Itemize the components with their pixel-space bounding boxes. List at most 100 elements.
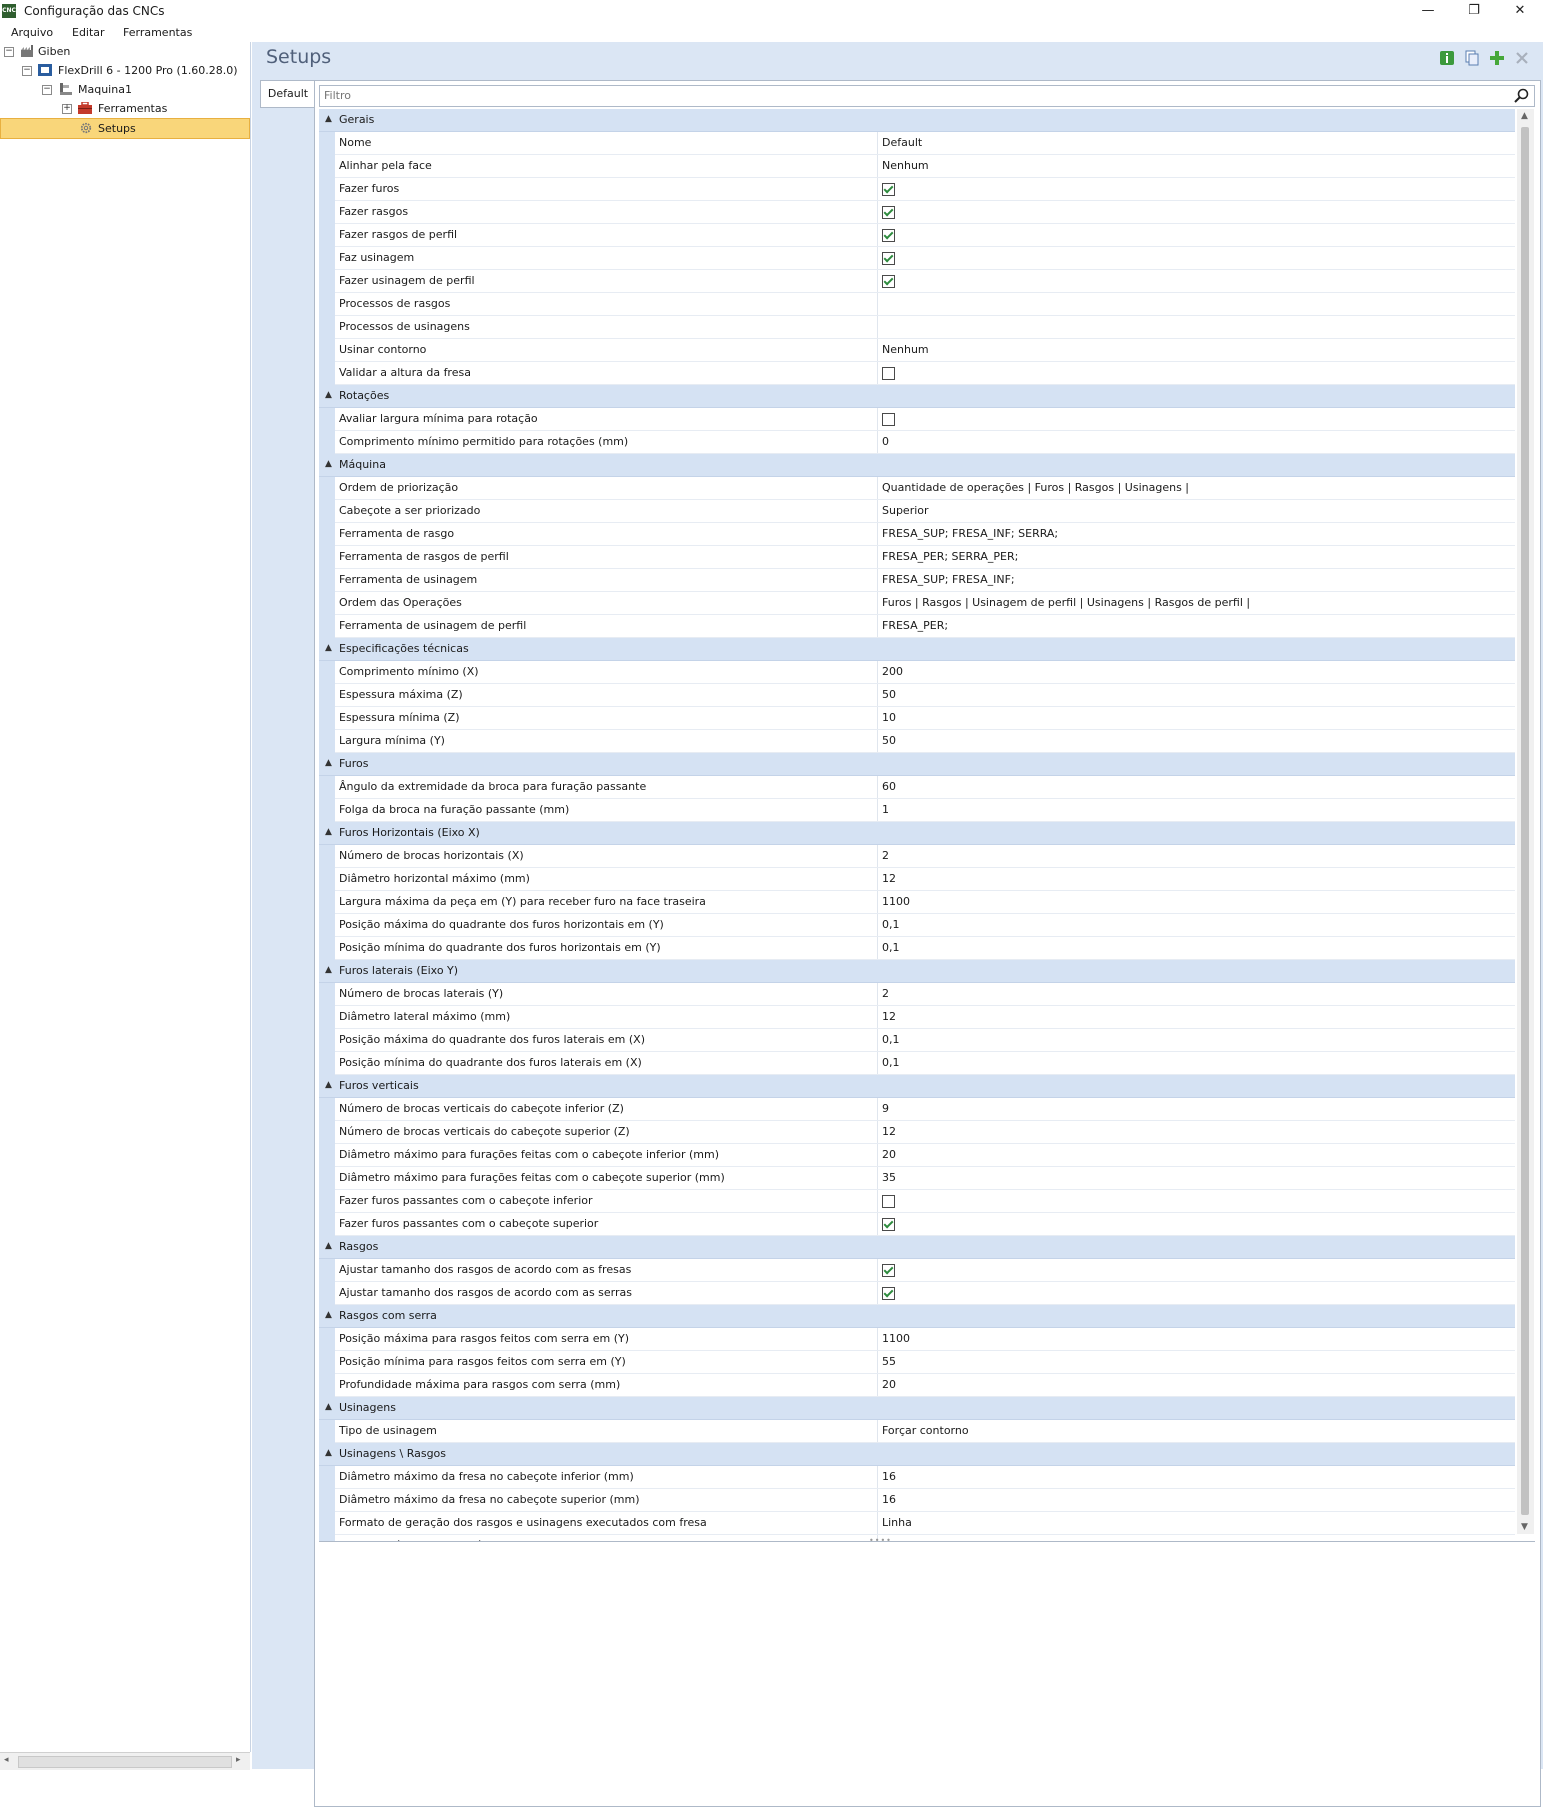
property-row[interactable]: Alinhar pela face Nenhum: [319, 155, 1515, 178]
property-value[interactable]: 0,1: [882, 918, 900, 931]
property-row[interactable]: Diâmetro horizontal máximo (mm) 12: [319, 868, 1515, 891]
property-row[interactable]: Posição máxima para rasgos feitos com se…: [319, 1328, 1515, 1351]
property-value[interactable]: 12: [882, 1125, 896, 1138]
property-value[interactable]: Forçar contorno: [882, 1424, 969, 1437]
property-row[interactable]: Fazer rasgos: [319, 201, 1515, 224]
property-value[interactable]: 60: [882, 780, 896, 793]
property-value[interactable]: 200: [882, 665, 903, 678]
category-header[interactable]: ▲ Usinagens \ Rasgos: [319, 1443, 1515, 1466]
property-value[interactable]: 9: [882, 1102, 889, 1115]
property-row[interactable]: Diâmetro máximo para furações feitas com…: [319, 1144, 1515, 1167]
property-row[interactable]: Ângulo da extremidade da broca para fura…: [319, 776, 1515, 799]
property-checkbox[interactable]: [882, 183, 895, 196]
property-row[interactable]: Diâmetro máximo da fresa no cabeçote inf…: [319, 1466, 1515, 1489]
property-value[interactable]: Nenhum: [882, 343, 929, 356]
property-value[interactable]: 20: [882, 1378, 896, 1391]
property-value[interactable]: Default: [882, 136, 922, 149]
add-icon[interactable]: [1489, 50, 1505, 66]
property-value[interactable]: 35: [882, 1171, 896, 1184]
property-value[interactable]: FRESA_PER; SERRA_PER;: [882, 550, 1018, 563]
property-value[interactable]: 20: [882, 1148, 896, 1161]
property-row[interactable]: Formato de geração dos rasgos e usinagen…: [319, 1512, 1515, 1535]
collapse-chevron-icon[interactable]: ▲: [325, 758, 332, 768]
property-row[interactable]: Posição mínima do quadrante dos furos ho…: [319, 937, 1515, 960]
property-value[interactable]: FRESA_SUP; FRESA_INF; SERRA;: [882, 527, 1058, 540]
property-row[interactable]: Comprimento mínimo permitido para rotaçõ…: [319, 431, 1515, 454]
collapse-chevron-icon[interactable]: ▲: [325, 1241, 332, 1251]
scroll-up-icon[interactable]: ▲: [1521, 111, 1528, 121]
property-value[interactable]: 12: [882, 1010, 896, 1023]
property-value[interactable]: 50: [882, 734, 896, 747]
category-header[interactable]: ▲ Rasgos: [319, 1236, 1515, 1259]
property-row[interactable]: Espessura máxima (Z) 50: [319, 684, 1515, 707]
tree-node-flexdrill[interactable]: − FlexDrill 6 - 1200 Pro (1.60.28.0): [22, 61, 244, 80]
property-value[interactable]: Linha: [882, 1516, 912, 1529]
property-row[interactable]: Comprimento mínimo (X) 200: [319, 661, 1515, 684]
property-row[interactable]: Ordem de priorização Quantidade de operaç…: [319, 477, 1515, 500]
property-row[interactable]: Ferramenta de rasgo FRESA_SUP; FRESA_INF;…: [319, 523, 1515, 546]
property-row[interactable]: Número de brocas verticais do cabeçote i…: [319, 1098, 1515, 1121]
property-row[interactable]: Número de brocas horizontais (X) 2: [319, 845, 1515, 868]
property-value[interactable]: 0: [882, 435, 889, 448]
tree-node-ferramentas[interactable]: + Ferramentas: [62, 99, 244, 118]
property-row[interactable]: Validar a altura da fresa: [319, 362, 1515, 385]
property-value[interactable]: 0,1: [882, 1056, 900, 1069]
property-checkbox[interactable]: [882, 252, 895, 265]
property-value[interactable]: Nenhum: [882, 159, 929, 172]
property-row[interactable]: Posição máxima do quadrante dos furos ho…: [319, 914, 1515, 937]
property-checkbox[interactable]: [882, 1287, 895, 1300]
property-row[interactable]: Tipo de usinagem Forçar contorno: [319, 1420, 1515, 1443]
scrollbar-thumb[interactable]: [18, 1756, 232, 1768]
delete-icon[interactable]: [1514, 50, 1530, 66]
property-row[interactable]: Ajustar tamanho dos rasgos de acordo com…: [319, 1259, 1515, 1282]
property-row[interactable]: Número de brocas verticais do cabeçote s…: [319, 1121, 1515, 1144]
collapse-chevron-icon[interactable]: ▲: [325, 1448, 332, 1458]
property-value[interactable]: 2: [882, 987, 889, 1000]
category-header[interactable]: ▲ Usinagens: [319, 1397, 1515, 1420]
minimize-button[interactable]: —: [1405, 0, 1451, 24]
property-value[interactable]: 12: [882, 872, 896, 885]
menu-editar[interactable]: Editar: [72, 26, 105, 39]
tree-node-maquina1[interactable]: − Maquina1: [42, 80, 244, 99]
property-row[interactable]: Ferramenta de rasgos de perfil FRESA_PER;…: [319, 546, 1515, 569]
collapse-chevron-icon[interactable]: ▲: [325, 643, 332, 653]
property-row[interactable]: Largura mínima (Y) 50: [319, 730, 1515, 753]
grid-vertical-scrollbar[interactable]: ▲ ▼: [1517, 109, 1534, 1534]
property-value[interactable]: 55: [882, 1355, 896, 1368]
property-row[interactable]: Diâmetro lateral máximo (mm) 12: [319, 1006, 1515, 1029]
property-value[interactable]: 16: [882, 1493, 896, 1506]
property-checkbox[interactable]: [882, 229, 895, 242]
splitter-grip-icon[interactable]: ••••: [869, 1536, 892, 1545]
scrollbar-thumb[interactable]: [1521, 127, 1529, 1515]
property-value[interactable]: FRESA_PER;: [882, 619, 948, 632]
property-row[interactable]: Fazer rasgos de perfil: [319, 224, 1515, 247]
property-row[interactable]: Número de brocas laterais (Y) 2: [319, 983, 1515, 1006]
property-row[interactable]: Usinar contorno Nenhum: [319, 339, 1515, 362]
collapse-chevron-icon[interactable]: ▲: [325, 114, 332, 124]
maximize-button[interactable]: ❐: [1451, 0, 1497, 24]
property-value[interactable]: 0,1: [882, 941, 900, 954]
filter-input[interactable]: [320, 86, 1508, 104]
property-row[interactable]: Fazer furos passantes com o cabeçote sup…: [319, 1213, 1515, 1236]
collapse-chevron-icon[interactable]: ▲: [325, 965, 332, 975]
property-value[interactable]: 50: [882, 688, 896, 701]
property-value[interactable]: FRESA_SUP; FRESA_INF;: [882, 573, 1015, 586]
property-checkbox[interactable]: [882, 1218, 895, 1231]
category-header[interactable]: ▲ Furos: [319, 753, 1515, 776]
property-row[interactable]: Diâmetro máximo da fresa no cabeçote sup…: [319, 1489, 1515, 1512]
close-button[interactable]: ✕: [1497, 0, 1543, 24]
property-checkbox[interactable]: [882, 1264, 895, 1277]
info-icon[interactable]: [1439, 50, 1455, 66]
property-row[interactable]: Espessura mínima (Z) 10: [319, 707, 1515, 730]
collapse-icon[interactable]: −: [22, 66, 32, 76]
property-value[interactable]: Quantidade de operações | Furos | Rasgos…: [882, 481, 1189, 494]
menu-arquivo[interactable]: Arquivo: [11, 26, 53, 39]
property-value[interactable]: 1: [882, 803, 889, 816]
property-row[interactable]: Ferramenta de usinagem FRESA_SUP; FRESA_I…: [319, 569, 1515, 592]
collapse-chevron-icon[interactable]: ▲: [325, 1310, 332, 1320]
property-value[interactable]: 0,1: [882, 1033, 900, 1046]
property-row[interactable]: Nome Default: [319, 132, 1515, 155]
category-header[interactable]: ▲ Furos Horizontais (Eixo X): [319, 822, 1515, 845]
property-checkbox[interactable]: [882, 206, 895, 219]
collapse-chevron-icon[interactable]: ▲: [325, 827, 332, 837]
